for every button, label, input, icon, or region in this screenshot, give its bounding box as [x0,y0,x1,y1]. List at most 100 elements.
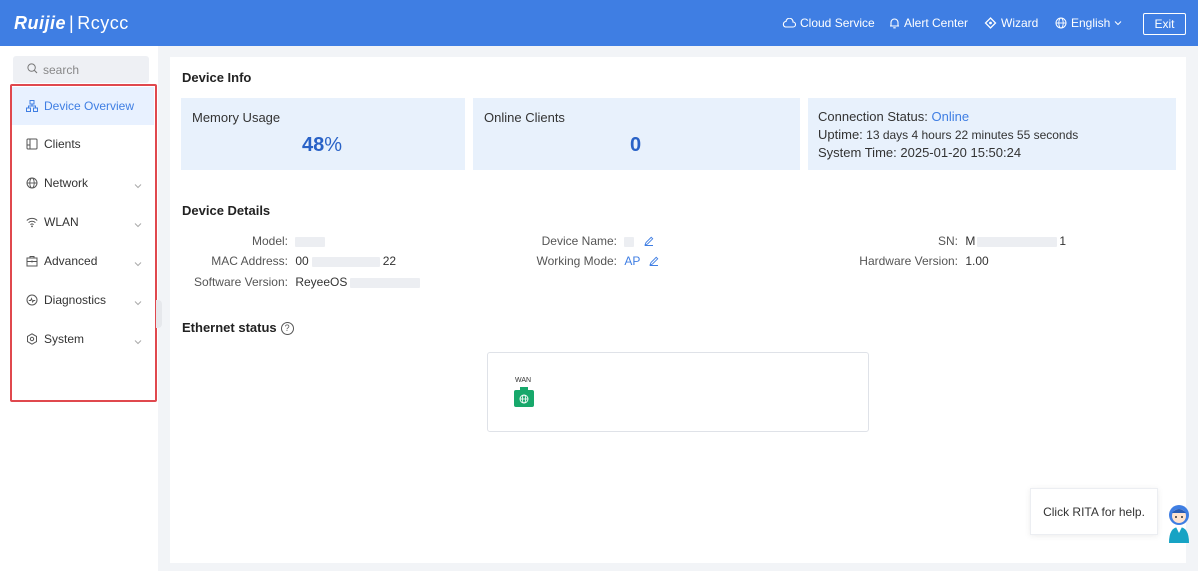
search-input[interactable] [43,62,143,77]
sidebar-item-clients[interactable]: Clients [12,125,154,163]
sn-suffix: 1 [1059,234,1067,248]
mac-row: MAC Address: 00 22 [188,254,396,268]
rita-help-bubble[interactable]: Click RITA for help. [1030,488,1158,535]
chevron-down-icon [134,217,142,231]
port-label: WAN [515,377,532,384]
online-clients-label: Online Clients [484,110,565,125]
cloud-service-link[interactable]: Cloud Service [782,16,875,30]
sn-value: M1 [965,234,1066,248]
globe-icon [519,393,529,407]
topology-icon [26,100,38,112]
uptime-value: 13 days 4 hours 22 minutes 55 seconds [866,128,1079,142]
chevron-down-icon [134,334,142,348]
chevron-down-icon [134,256,142,270]
logo-sub: Rcycc [77,13,129,33]
sidebar-item-label: Advanced [44,254,98,268]
device-name-row: Device Name: [515,234,654,249]
mac-label: MAC Address: [211,254,288,268]
device-info-title: Device Info [182,70,252,85]
device-panel-diagram: WAN [487,352,869,432]
working-mode-row: Working Mode: AP [515,254,659,269]
edit-icon[interactable] [643,235,654,249]
device-details-title: Device Details [182,203,271,218]
sidebar: Device Overview Clients Network WLAN Adv… [0,46,158,571]
alert-center-link[interactable]: Alert Center [889,16,968,30]
connection-status-line: Connection Status: Online [818,109,969,124]
language-dropdown[interactable]: English [1055,16,1122,30]
alert-center-label: Alert Center [904,16,969,30]
memory-usage-value: 48% [302,134,342,157]
sidebar-item-label: Device Overview [44,99,135,113]
cloud-service-label: Cloud Service [800,16,875,30]
hardware-version-row: Hardware Version: 1.00 [856,254,989,268]
bell-icon [889,17,900,29]
online-clients-card[interactable]: Online Clients 0 [473,98,800,170]
edit-icon[interactable] [649,255,659,269]
globe-icon [26,177,38,189]
software-row: Software Version: ReyeeOS [188,275,421,289]
sidebar-item-wlan[interactable]: WLAN [12,203,154,241]
search-icon [27,62,38,77]
mac-suffix: 22 [382,254,397,268]
sidebar-collapse-handle[interactable] [156,300,162,328]
model-row: Model: [188,234,326,248]
sidebar-item-label: WLAN [44,215,79,229]
sn-row: SN: M1 [856,234,1066,248]
logo-separator: | [69,13,75,33]
wifi-icon [26,216,38,228]
software-version-text: ReyeeOS [295,275,348,289]
exit-button[interactable]: Exit [1143,13,1186,35]
sidebar-item-network[interactable]: Network [12,164,154,202]
sidebar-item-label: Network [44,176,89,190]
logo-brand: Ruijie [14,13,67,33]
wizard-link[interactable]: Wizard [984,16,1038,30]
system-time-line: System Time: 2025-01-20 15:50:24 [818,145,1021,160]
globe-icon [1055,17,1067,29]
model-label: Model: [251,234,288,248]
mac-value: 00 22 [295,254,396,268]
sidebar-item-device-overview[interactable]: Device Overview [12,87,154,125]
chevron-down-icon [134,295,142,309]
software-value: ReyeeOS [295,275,421,289]
mac-prefix: 00 [295,254,309,268]
device-name-value [624,234,635,248]
cloud-icon [782,18,796,28]
ethernet-status-title: Ethernet status? [182,320,294,336]
help-icon[interactable]: ? [280,322,294,336]
sidebar-item-diagnostics[interactable]: Diagnostics [12,281,154,319]
memory-usage-card: Memory Usage 48% [181,98,465,170]
ethernet-status-label: Ethernet status [182,320,277,335]
sidebar-search[interactable] [13,56,149,83]
system-time-value: 2025-01-20 15:50:24 [900,145,1022,160]
online-clients-value[interactable]: 0 [630,134,641,157]
model-value [295,234,326,248]
top-header: Ruijie | Rcycc Cloud Service Alert Center … [0,0,1198,46]
connection-status-card: Connection Status: Online Uptime: 13 day… [808,98,1176,170]
hardware-version-value: 1.00 [965,254,989,268]
rita-assistant-icon[interactable] [1164,497,1194,543]
software-label: Software Version: [193,275,288,289]
language-label: English [1071,16,1111,30]
connection-status-label: Connection Status: [818,109,928,124]
sidebar-item-label: System [44,332,85,346]
clients-icon [26,138,38,150]
wan-port[interactable] [514,387,534,407]
working-mode-value: AP [624,254,641,268]
uptime-line: Uptime: 13 days 4 hours 22 minutes 55 se… [818,127,1078,142]
sidebar-item-advanced[interactable]: Advanced [12,242,154,280]
toolbox-icon [26,255,38,267]
working-mode-label: Working Mode: [536,254,617,268]
chevron-down-icon [134,178,142,192]
ruijie-logo[interactable]: Ruijie | Rcycc [14,13,129,34]
memory-usage-label: Memory Usage [192,110,281,125]
sn-prefix: M [965,234,976,248]
memory-usage-unit: % [324,134,343,156]
sidebar-item-system[interactable]: System [12,320,154,358]
uptime-label: Uptime: [818,127,863,142]
sn-label: SN: [937,234,958,248]
hardware-version-label: Hardware Version: [859,254,958,268]
wizard-label: Wizard [1001,16,1039,30]
wizard-icon [984,17,997,29]
memory-usage-number: 48 [302,134,325,156]
sidebar-item-label: Diagnostics [44,293,107,307]
